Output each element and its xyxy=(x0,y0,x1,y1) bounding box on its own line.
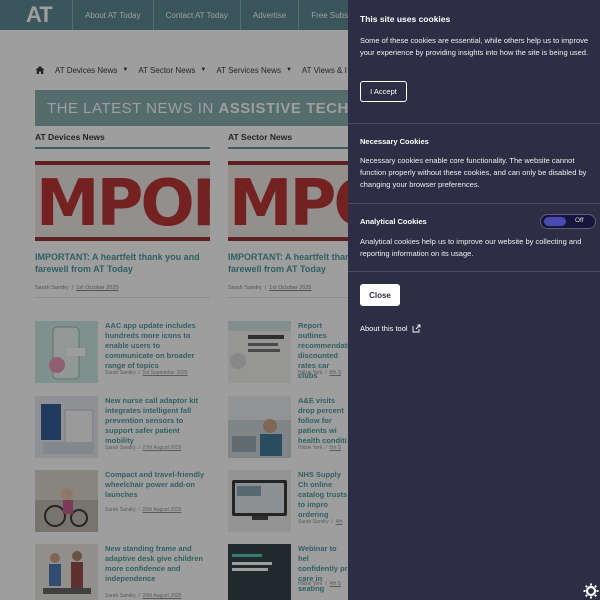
accept-button[interactable]: I Accept xyxy=(360,81,407,102)
cookie-intro-text: Some of these cookies are essential, whi… xyxy=(360,36,589,57)
analytical-cookies-toggle[interactable]: Off xyxy=(540,214,596,229)
divider xyxy=(348,123,600,124)
necessary-cookies-title: Necessary Cookies xyxy=(360,137,429,146)
analytical-cookies-text: Analytical cookies help us to improve ou… xyxy=(360,237,582,258)
about-tool-label: About this tool xyxy=(360,324,408,333)
cookie-panel-title: This site uses cookies xyxy=(360,14,451,24)
necessary-cookies-text: Necessary cookies enable core functional… xyxy=(360,156,587,189)
toggle-knob xyxy=(544,217,566,226)
close-button[interactable]: Close xyxy=(360,284,400,306)
about-tool-link[interactable]: About this tool xyxy=(360,324,421,333)
cookie-consent-panel: This site uses cookies Some of these coo… xyxy=(348,0,600,600)
external-link-icon xyxy=(412,324,420,333)
toggle-label: Off xyxy=(575,217,584,224)
analytical-cookies-title: Analytical Cookies xyxy=(360,217,427,226)
divider xyxy=(348,271,600,272)
divider xyxy=(348,203,600,204)
cookie-settings-icon[interactable] xyxy=(566,566,600,600)
